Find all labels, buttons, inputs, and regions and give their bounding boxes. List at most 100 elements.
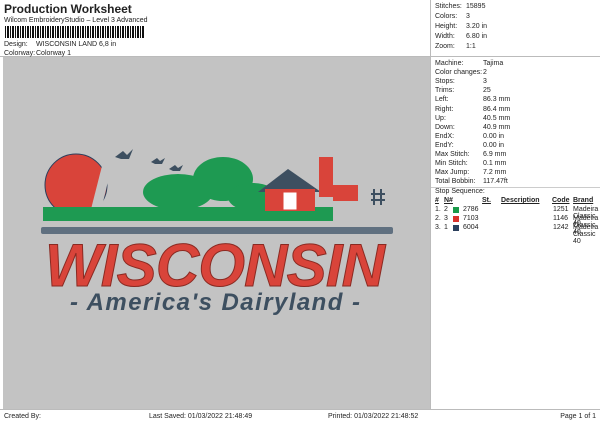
detail-value: Tajima <box>483 60 504 67</box>
stat-row: Height: 3.20 in <box>435 23 600 32</box>
column-header: N# <box>444 197 453 204</box>
color-swatch <box>453 207 459 213</box>
detail-row: Max Stitch: 6.9 mm <box>435 151 600 160</box>
detail-value: 2 <box>483 69 487 77</box>
column-header: Brand <box>573 197 594 204</box>
detail-row: Right: 86.4 mm <box>435 106 600 115</box>
design-preview: WISCONSIN - America's Dairyland - <box>3 57 430 409</box>
stitch-count: 6004 <box>463 224 479 231</box>
detail-row: EndX: 0.00 in <box>435 133 600 142</box>
software-name: Wilcom EmbroideryStudio – Level 3 Advanc… <box>4 17 148 24</box>
stats-panel: Stitches: 15895 Colors: 3 Height: 3.20 in Widt… <box>430 0 600 57</box>
detail-row: Max Jump: 7.2 mm <box>435 169 600 178</box>
stat-label: Colors: <box>435 13 458 20</box>
row-index: 1. <box>435 206 441 213</box>
column-header: Description <box>501 197 540 204</box>
stitch-count: 2786 <box>463 206 479 213</box>
detail-label: EndY: <box>435 141 454 149</box>
worksheet-header: Production Worksheet Wilcom EmbroiderySt… <box>0 0 430 57</box>
barcode <box>5 26 145 38</box>
detail-row: Min Stitch: 0.1 mm <box>435 160 600 169</box>
column-header: St. <box>482 197 491 204</box>
needle-number: 3 <box>444 215 448 222</box>
detail-value: 86.4 mm <box>483 105 511 113</box>
design-name: WISCONSIN LAND 6,8 in <box>36 41 117 48</box>
info-panel: Machine: Tajima Color changes: 2 Stops: 3 Trim… <box>430 57 600 409</box>
detail-row: Up: 40.5 mm <box>435 115 600 124</box>
thread-code: 1146 <box>553 215 569 222</box>
detail-value: 0.1 mm <box>483 160 507 168</box>
detail-label: Trims: <box>435 87 455 95</box>
detail-label: Stops: <box>435 78 455 86</box>
detail-row: Machine: Tajima <box>435 60 600 69</box>
stop-row: 2. 3 7103 1146 Madeira Classic 40 <box>435 215 600 236</box>
birds-icon <box>115 149 183 171</box>
detail-row: Color changes: 2 <box>435 69 600 78</box>
detail-value: 0.00 in <box>483 132 505 140</box>
detail-value: 25 <box>483 87 491 95</box>
detail-label: Min Stitch: <box>435 160 468 168</box>
printed-date: Printed: 01/03/2022 21:48:52 <box>328 413 419 420</box>
row-index: 2. <box>435 215 441 222</box>
color-swatch <box>453 216 459 222</box>
detail-row: Stops: 3 <box>435 78 600 87</box>
stat-label: Height: <box>435 23 458 30</box>
barn-icon <box>258 157 385 211</box>
detail-label: Color changes: <box>435 69 483 77</box>
thread-code: 1251 <box>553 206 569 213</box>
column-header: Code <box>552 197 570 204</box>
color-swatch <box>453 225 459 231</box>
stat-value: 3.20 in <box>466 23 488 30</box>
colorway-label: Colorway: <box>4 50 36 57</box>
detail-label: Max Jump: <box>435 169 470 177</box>
stop-row: 1. 2 2786 1251 Madeira Classic 40 <box>435 206 600 227</box>
thread-code: 1242 <box>553 224 569 231</box>
wisconsin-logo: WISCONSIN - America's Dairyland - <box>41 149 393 316</box>
detail-value: 40.9 mm <box>483 123 511 131</box>
stat-value: 3 <box>466 13 470 20</box>
detail-row: Left: 86.3 mm <box>435 96 600 105</box>
detail-row: Down: 40.9 mm <box>435 124 600 133</box>
detail-value: 7.2 mm <box>483 169 507 177</box>
detail-value: 86.3 mm <box>483 96 511 104</box>
footer: Created By: Last Saved: 01/03/2022 21:48… <box>0 409 600 424</box>
detail-label: Down: <box>435 123 455 131</box>
colorway-name: Colorway 1 <box>36 50 72 57</box>
design-label: Design: <box>4 41 28 48</box>
stat-label: Zoom: <box>435 43 455 50</box>
created-by: Created By: <box>4 413 41 420</box>
detail-value: 40.5 mm <box>483 114 511 122</box>
detail-label: EndX: <box>435 132 455 140</box>
stat-value: 15895 <box>466 3 486 10</box>
stop-table-header: # N# St. Description Code Brand <box>435 197 600 206</box>
detail-label: Left: <box>435 96 449 104</box>
stat-label: Stitches: <box>435 3 462 10</box>
stat-row: Zoom: 1:1 <box>435 43 600 52</box>
stat-row: Colors: 3 <box>435 13 600 22</box>
column-header: # <box>435 197 439 204</box>
detail-value: 117.47ft <box>483 178 508 186</box>
stop-row: 3. 1 6004 1242 Madeira Classic 40 <box>435 224 600 245</box>
detail-label: Right: <box>435 105 454 113</box>
stop-sequence-title: Stop Sequence: <box>435 188 485 195</box>
row-index: 3. <box>435 224 441 231</box>
page-title: Production Worksheet <box>4 2 132 16</box>
needle-number: 2 <box>444 206 448 213</box>
detail-value: 3 <box>483 78 487 86</box>
detail-row: Trims: 25 <box>435 87 600 96</box>
detail-label: Machine: <box>435 60 464 67</box>
logo-tagline: - America's Dairyland - <box>70 289 360 316</box>
last-saved: Last Saved: 01/03/2022 21:48:49 <box>149 413 253 420</box>
stat-row: Width: 6.80 in <box>435 33 600 42</box>
thread-brand: Madeira Classic 40 <box>573 224 599 245</box>
detail-label: Max Stitch: <box>435 151 470 158</box>
detail-label: Up: <box>435 114 446 122</box>
stat-value: 1:1 <box>466 43 476 50</box>
needle-number: 1 <box>444 224 448 231</box>
stat-label: Width: <box>435 33 455 40</box>
detail-label: Total Bobbin: <box>435 178 476 186</box>
stat-row: Stitches: 15895 <box>435 3 600 12</box>
detail-value: 6.9 mm <box>483 151 507 158</box>
detail-row: Total Bobbin: 117.47ft <box>435 178 600 187</box>
detail-row: EndY: 0.00 in <box>435 142 600 151</box>
